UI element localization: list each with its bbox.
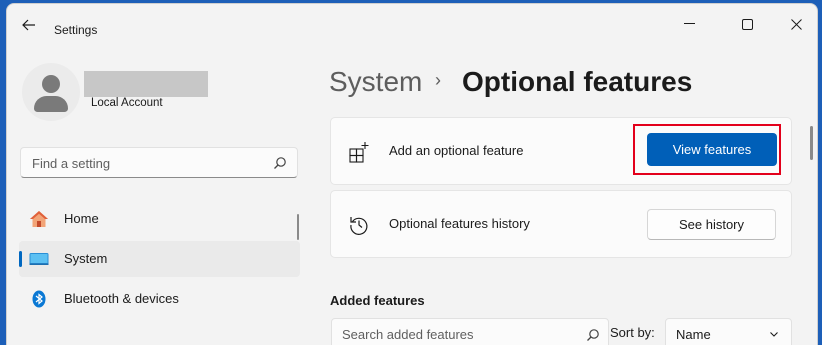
back-arrow-icon [22, 19, 35, 31]
nav-item-bluetooth[interactable]: Bluetooth & devices [19, 281, 300, 317]
avatar-body [34, 96, 68, 112]
avatar-head [42, 75, 60, 93]
selected-indicator [19, 251, 22, 267]
history-label: Optional features history [389, 216, 530, 231]
search-icon [587, 329, 599, 341]
add-optional-feature-card: Add an optional feature View features [330, 117, 792, 185]
sidebar-scrollbar[interactable] [297, 214, 299, 240]
system-display-icon [29, 253, 49, 265]
title-bar: Settings [7, 4, 817, 44]
nav-item-home[interactable]: Home [19, 201, 300, 237]
home-icon [30, 211, 48, 227]
view-features-button[interactable]: View features [647, 133, 777, 166]
close-icon [790, 18, 802, 30]
see-history-button[interactable]: See history [647, 209, 776, 240]
nav-item-system[interactable]: System [19, 241, 300, 277]
minimize-icon [683, 23, 695, 24]
redacted-user-name [84, 71, 208, 97]
add-apps-icon [349, 142, 369, 163]
minimize-button[interactable] [671, 11, 707, 37]
breadcrumb-separator: › [435, 70, 441, 90]
main-scrollbar[interactable] [810, 126, 813, 160]
page-title: Optional features [462, 66, 693, 97]
added-search-placeholder: Search added features [342, 327, 474, 342]
sort-dropdown[interactable]: Name [665, 318, 792, 345]
breadcrumb-parent[interactable]: System [329, 66, 422, 98]
account-type: Local Account [91, 97, 163, 109]
added-features-heading: Added features [330, 293, 425, 308]
settings-window: Settings Local Account Find a setting Ho… [6, 3, 818, 345]
back-button[interactable] [17, 14, 41, 36]
avatar[interactable] [22, 63, 80, 121]
search-added-features[interactable]: Search added features [331, 318, 609, 345]
nav-label: System [64, 251, 108, 266]
find-setting-search[interactable]: Find a setting [20, 147, 298, 178]
nav-label: Home [64, 211, 99, 226]
history-icon [350, 217, 368, 235]
sort-label: Sort by: [610, 325, 655, 340]
chevron-down-icon [770, 332, 778, 337]
app-title: Settings [54, 23, 98, 37]
optional-features-history-card[interactable]: Optional features history See history [330, 190, 792, 258]
sort-value: Name [676, 327, 711, 342]
maximize-icon [741, 18, 753, 30]
add-feature-label: Add an optional feature [389, 143, 524, 158]
bluetooth-icon [32, 290, 46, 308]
search-placeholder: Find a setting [32, 156, 111, 171]
search-icon [274, 157, 286, 169]
nav-label: Bluetooth & devices [64, 291, 179, 306]
maximize-button[interactable] [729, 11, 765, 37]
close-button[interactable] [778, 11, 814, 37]
